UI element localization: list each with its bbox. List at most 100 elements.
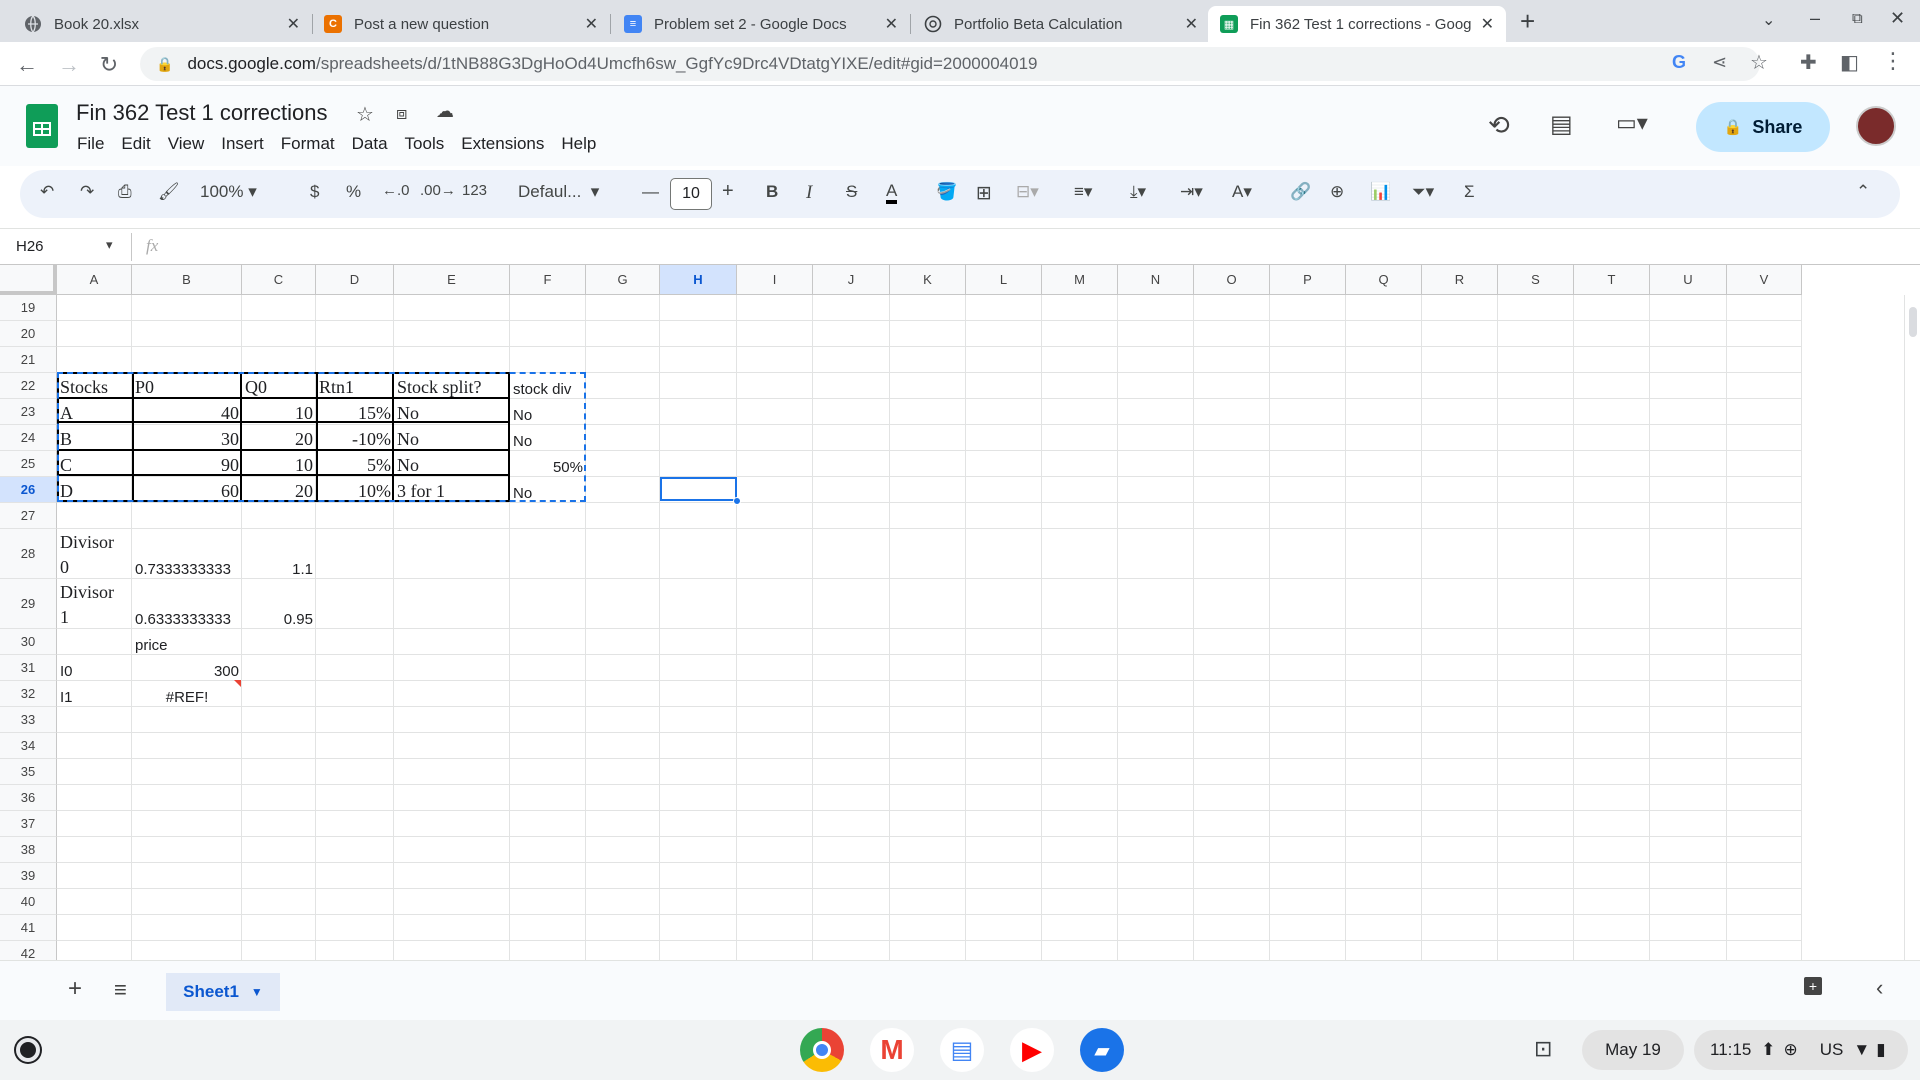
cloud-status-icon[interactable]: ☁ xyxy=(436,101,454,122)
close-icon[interactable]: ✕ xyxy=(585,14,598,34)
cell-a28-1[interactable]: Divisor xyxy=(57,529,132,554)
new-tab-button[interactable]: + xyxy=(1520,6,1535,37)
version-history-icon[interactable]: ⟲ xyxy=(1488,110,1510,141)
row-header-29[interactable]: 29 xyxy=(0,579,57,629)
menu-format[interactable]: Format xyxy=(281,134,335,153)
column-header-r[interactable]: R xyxy=(1422,265,1498,295)
row-header-33[interactable]: 33 xyxy=(0,707,57,733)
column-header-v[interactable]: V xyxy=(1727,265,1802,295)
side-panel-icon[interactable]: ◧ xyxy=(1840,50,1859,75)
reload-icon[interactable]: ↻ xyxy=(96,52,122,78)
cell-b30[interactable]: price xyxy=(132,629,242,655)
column-header-q[interactable]: Q xyxy=(1346,265,1422,295)
text-rotation-icon[interactable]: A▾ xyxy=(1232,182,1252,202)
row-header-19[interactable]: 19 xyxy=(0,295,57,321)
scrollbar-thumb[interactable] xyxy=(1909,307,1917,337)
horizontal-align-icon[interactable]: ≡▾ xyxy=(1074,182,1092,202)
menu-view[interactable]: View xyxy=(168,134,205,153)
column-header-u[interactable]: U xyxy=(1650,265,1727,295)
all-sheets-icon[interactable]: ≡ xyxy=(114,977,127,1003)
bold-button[interactable]: B xyxy=(766,182,778,202)
menu-tools[interactable]: Tools xyxy=(405,134,445,153)
increase-decimal-button[interactable]: .00→ xyxy=(420,182,456,199)
browser-tab-book20[interactable]: Book 20.xlsx ✕ xyxy=(12,6,312,42)
minimize-icon[interactable]: – xyxy=(1810,8,1820,29)
fill-handle[interactable] xyxy=(733,497,741,505)
row-header-32[interactable]: 32 xyxy=(0,681,57,707)
sheets-logo-icon[interactable] xyxy=(26,104,58,148)
decrease-decimal-button[interactable]: ←.0 xyxy=(382,182,410,199)
share-page-icon[interactable]: ⋖ xyxy=(1712,52,1727,73)
forward-icon[interactable]: → xyxy=(56,52,82,78)
filter-icon[interactable]: ⏷▾ xyxy=(1412,182,1434,202)
font-size-input[interactable]: 10 xyxy=(670,178,712,210)
browser-tab-portfolio[interactable]: Portfolio Beta Calculation ✕ xyxy=(912,6,1210,42)
chevron-down-icon[interactable]: ▼ xyxy=(251,985,263,999)
star-icon[interactable]: ☆ xyxy=(356,102,374,127)
column-header-k[interactable]: K xyxy=(890,265,966,295)
spreadsheet-grid[interactable]: ABCDEFGHIJKLMNOPQRSTUV 19 20 21 22 23 24 25 26 2… xyxy=(0,265,1920,960)
row-header-30[interactable]: 30 xyxy=(0,629,57,655)
redo-icon[interactable]: ↷ xyxy=(80,182,94,202)
row-header-21[interactable]: 21 xyxy=(0,347,57,373)
row-header-20[interactable]: 20 xyxy=(0,321,57,347)
launcher-icon[interactable] xyxy=(16,1038,40,1062)
column-header-h[interactable]: H xyxy=(660,265,737,295)
browser-menu-icon[interactable]: ⋮ xyxy=(1882,48,1904,74)
cell-a31[interactable]: I0 xyxy=(57,655,132,681)
column-header-l[interactable]: L xyxy=(966,265,1042,295)
font-select[interactable]: Defaul... ▾ xyxy=(518,182,599,202)
menu-extensions[interactable]: Extensions xyxy=(461,134,544,153)
back-icon[interactable]: ← xyxy=(14,52,40,78)
selected-cell-h26[interactable] xyxy=(660,477,737,501)
menu-help[interactable]: Help xyxy=(561,134,596,153)
address-bar[interactable]: 🔒 docs.google.com/spreadsheets/d/1tNB88G… xyxy=(140,47,1760,81)
row-header-26[interactable]: 26 xyxy=(0,477,57,503)
more-formats-button[interactable]: 123 xyxy=(462,182,487,199)
doc-title[interactable]: Fin 362 Test 1 corrections xyxy=(76,100,328,126)
insert-link-icon[interactable]: 🔗 xyxy=(1290,182,1311,202)
text-color-button[interactable]: A xyxy=(886,182,898,204)
google-docs-icon[interactable]: ▤ xyxy=(940,1028,984,1072)
avatar[interactable] xyxy=(1856,106,1896,146)
cell-a28-2[interactable]: 0 xyxy=(57,554,132,579)
name-box[interactable]: H26 xyxy=(16,238,44,255)
chevron-down-icon[interactable]: ▾ xyxy=(106,237,113,253)
share-button[interactable]: 🔒 Share xyxy=(1696,102,1830,152)
insert-comment-icon[interactable]: ⊕ xyxy=(1330,182,1344,202)
column-header-o[interactable]: O xyxy=(1194,265,1270,295)
cell-c28[interactable]: 1.1 xyxy=(242,529,316,579)
currency-format-button[interactable]: $ xyxy=(310,182,319,202)
cell-b32[interactable]: #REF! xyxy=(132,681,242,707)
collapse-toolbar-icon[interactable]: ⌃ xyxy=(1856,182,1870,202)
chrome-icon[interactable] xyxy=(800,1028,844,1072)
move-folder-icon[interactable]: ⧈ xyxy=(396,103,407,124)
close-icon[interactable]: ✕ xyxy=(1185,14,1198,34)
column-header-e[interactable]: E xyxy=(394,265,510,295)
font-size-increase-button[interactable]: + xyxy=(722,180,734,203)
cell-b31[interactable]: 300 xyxy=(132,655,242,681)
cell-c29[interactable]: 0.95 xyxy=(242,579,316,629)
gmail-icon[interactable]: M xyxy=(870,1028,914,1072)
close-window-icon[interactable]: ✕ xyxy=(1890,8,1905,29)
column-header-b[interactable]: B xyxy=(132,265,242,295)
fill-color-icon[interactable]: 🪣 xyxy=(936,182,957,202)
formula-input[interactable] xyxy=(180,233,1880,261)
borders-icon[interactable]: ⊞ xyxy=(976,182,992,205)
holding-space-icon[interactable]: ⊡ xyxy=(1534,1036,1552,1062)
browser-tab-chegg[interactable]: C Post a new question ✕ xyxy=(312,6,610,42)
close-icon[interactable]: ✕ xyxy=(885,14,898,34)
column-header-s[interactable]: S xyxy=(1498,265,1574,295)
browser-tab-docs[interactable]: ≡ Problem set 2 - Google Docs ✕ xyxy=(612,6,910,42)
strikethrough-icon[interactable]: S xyxy=(846,182,857,202)
percent-format-button[interactable]: % xyxy=(346,182,361,202)
menu-file[interactable]: File xyxy=(77,134,104,153)
functions-icon[interactable]: Σ xyxy=(1464,182,1475,202)
restore-icon[interactable]: ⧉ xyxy=(1852,10,1863,27)
row-header-23[interactable]: 23 xyxy=(0,399,57,425)
column-header-t[interactable]: T xyxy=(1574,265,1650,295)
column-header-n[interactable]: N xyxy=(1118,265,1194,295)
text-wrap-icon[interactable]: ⇥▾ xyxy=(1180,182,1203,202)
meet-icon[interactable]: ▭▾ xyxy=(1616,110,1648,136)
google-lens-icon[interactable]: G xyxy=(1672,52,1686,73)
